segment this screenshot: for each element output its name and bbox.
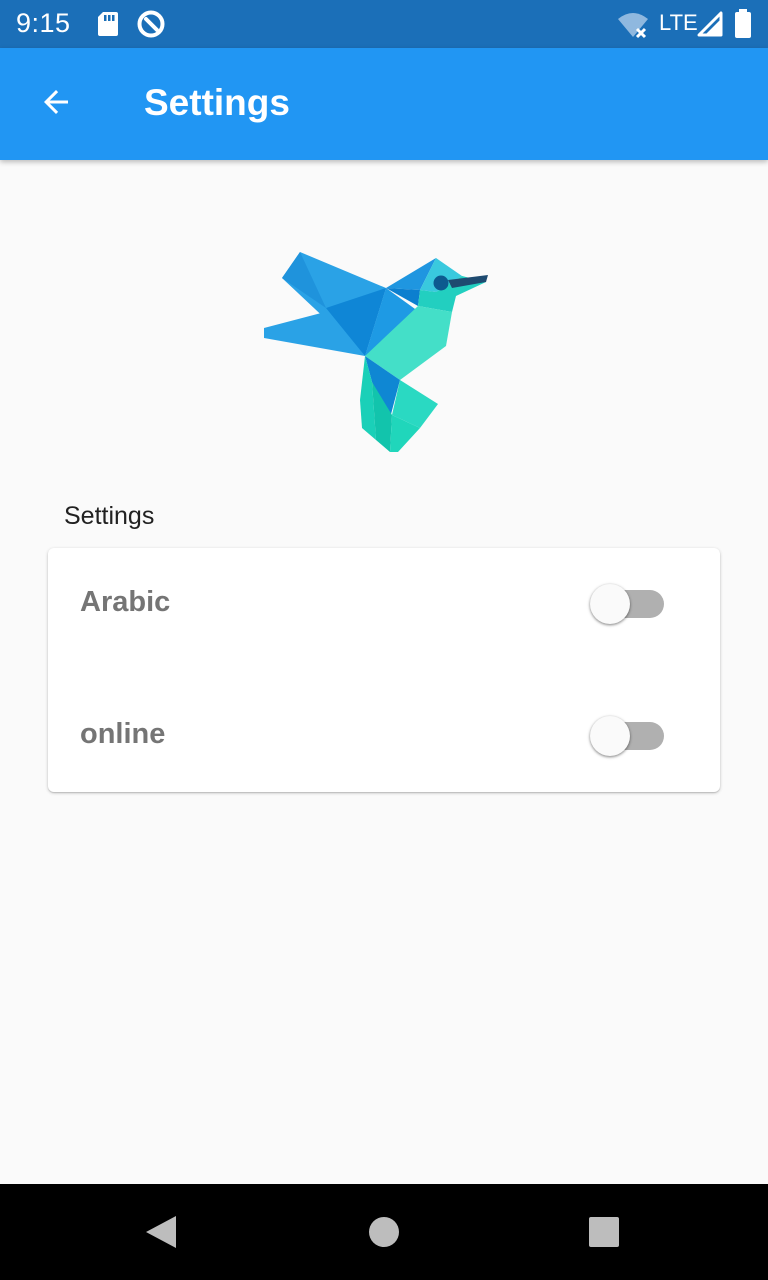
back-button[interactable] [28, 76, 84, 132]
back-triangle-icon[interactable] [144, 1214, 178, 1255]
app-bar: Settings [0, 48, 768, 160]
home-circle-icon[interactable] [368, 1216, 400, 1253]
signal-icon [697, 11, 723, 42]
setting-row-arabic: Arabic [48, 548, 720, 660]
hummingbird-logo [258, 246, 494, 463]
sd-card-icon [96, 10, 120, 43]
battery-icon [734, 9, 752, 44]
network-type: LTE [659, 10, 698, 35]
setting-row-online: online [48, 680, 720, 792]
section-label: Settings [64, 502, 155, 530]
status-bar: 9:15 LTE [0, 0, 768, 48]
system-nav-bar [0, 1184, 768, 1280]
settings-card: Arabic online [48, 548, 720, 792]
data-saver-icon [136, 9, 166, 44]
setting-label-arabic: Arabic [80, 586, 171, 618]
setting-label-online: online [80, 718, 166, 750]
page-title: Settings [144, 82, 290, 123]
wifi-off-icon [616, 11, 650, 44]
status-time: 9:15 [16, 8, 71, 38]
recents-square-icon[interactable] [588, 1216, 620, 1253]
switch-thumb [590, 716, 630, 756]
arrow-back-icon [38, 84, 74, 125]
arabic-toggle[interactable] [590, 584, 666, 624]
online-toggle[interactable] [590, 716, 666, 756]
switch-thumb [590, 584, 630, 624]
